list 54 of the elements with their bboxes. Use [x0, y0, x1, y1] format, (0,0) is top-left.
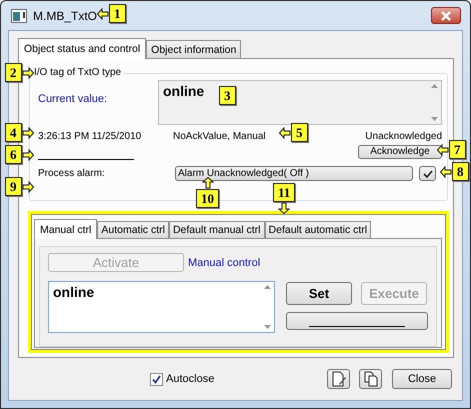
callout-label: 6: [5, 145, 22, 164]
value-input[interactable]: online: [48, 281, 275, 333]
copy-icon: [362, 371, 378, 387]
callout-arrow-icon: [22, 126, 34, 138]
callout-arrow-icon: [437, 144, 449, 156]
toolbar-button[interactable]: [359, 369, 382, 389]
set-button[interactable]: Set: [286, 282, 352, 305]
callout-label: 7: [449, 140, 466, 159]
window-title: M.MB_TxtO: [33, 8, 98, 22]
field-label: Current value:: [38, 93, 108, 105]
group-title: I/O tag of TxtO type: [32, 67, 124, 78]
tab[interactable]: Default automatic ctrl: [264, 221, 372, 238]
checkbox[interactable]: [150, 372, 163, 386]
window-icon: [11, 8, 27, 22]
callout-label: 3: [219, 86, 236, 105]
callout-arrow-icon: [440, 166, 452, 178]
callout-arrow-icon: [22, 66, 34, 78]
tab[interactable]: Automatic ctrl: [97, 221, 169, 238]
callout-label: 8: [452, 162, 468, 181]
edit-document-icon: [330, 371, 346, 387]
callout-arrow-icon: [22, 180, 34, 192]
acknowledge-button[interactable]: Acknowledge: [358, 145, 442, 159]
callout-label: 4: [5, 123, 22, 142]
callout-arrow-icon: [278, 202, 290, 214]
callout-label: 10: [196, 189, 219, 208]
close-button[interactable]: Close: [392, 369, 452, 389]
ack-state: Unacknowledged: [365, 131, 442, 142]
window-close-button[interactable]: [431, 7, 461, 24]
scroll-up-icon[interactable]: [264, 285, 270, 289]
callout-arrow-icon: [22, 148, 34, 160]
tab[interactable]: Object information: [146, 40, 242, 58]
callout-arrow-icon: [202, 177, 214, 189]
timestamp: 3:26:13 PM 11/25/2010: [38, 131, 142, 142]
callout-label: 11: [273, 183, 296, 202]
field-label: Process alarm:: [38, 168, 106, 179]
toolbar-button[interactable]: [327, 369, 350, 389]
tab[interactable]: Object status and control: [18, 38, 146, 59]
callout-label: 2: [5, 63, 22, 82]
status-text: NoAckValue, Manual: [173, 131, 266, 142]
mode-label: Manual control: [188, 256, 260, 268]
callout-label: 9: [5, 177, 22, 196]
scroll-down-icon[interactable]: [264, 325, 270, 329]
checkmark-icon: [422, 170, 432, 178]
check-button[interactable]: [419, 166, 436, 181]
callout-arrow-icon: [97, 8, 109, 20]
callout-arrow-icon: [279, 126, 291, 138]
checkbox-label: Autoclose: [166, 373, 214, 385]
tab[interactable]: Default manual ctrl: [168, 221, 265, 238]
callout-label: 5: [291, 123, 308, 142]
close-icon: [440, 10, 452, 20]
blank-button[interactable]: [286, 312, 428, 330]
tab[interactable]: Manual ctrl: [34, 219, 98, 239]
alarm-state-button[interactable]: Alarm Unacknowledged( Off ): [175, 166, 413, 181]
callout-label: 1: [109, 4, 126, 23]
